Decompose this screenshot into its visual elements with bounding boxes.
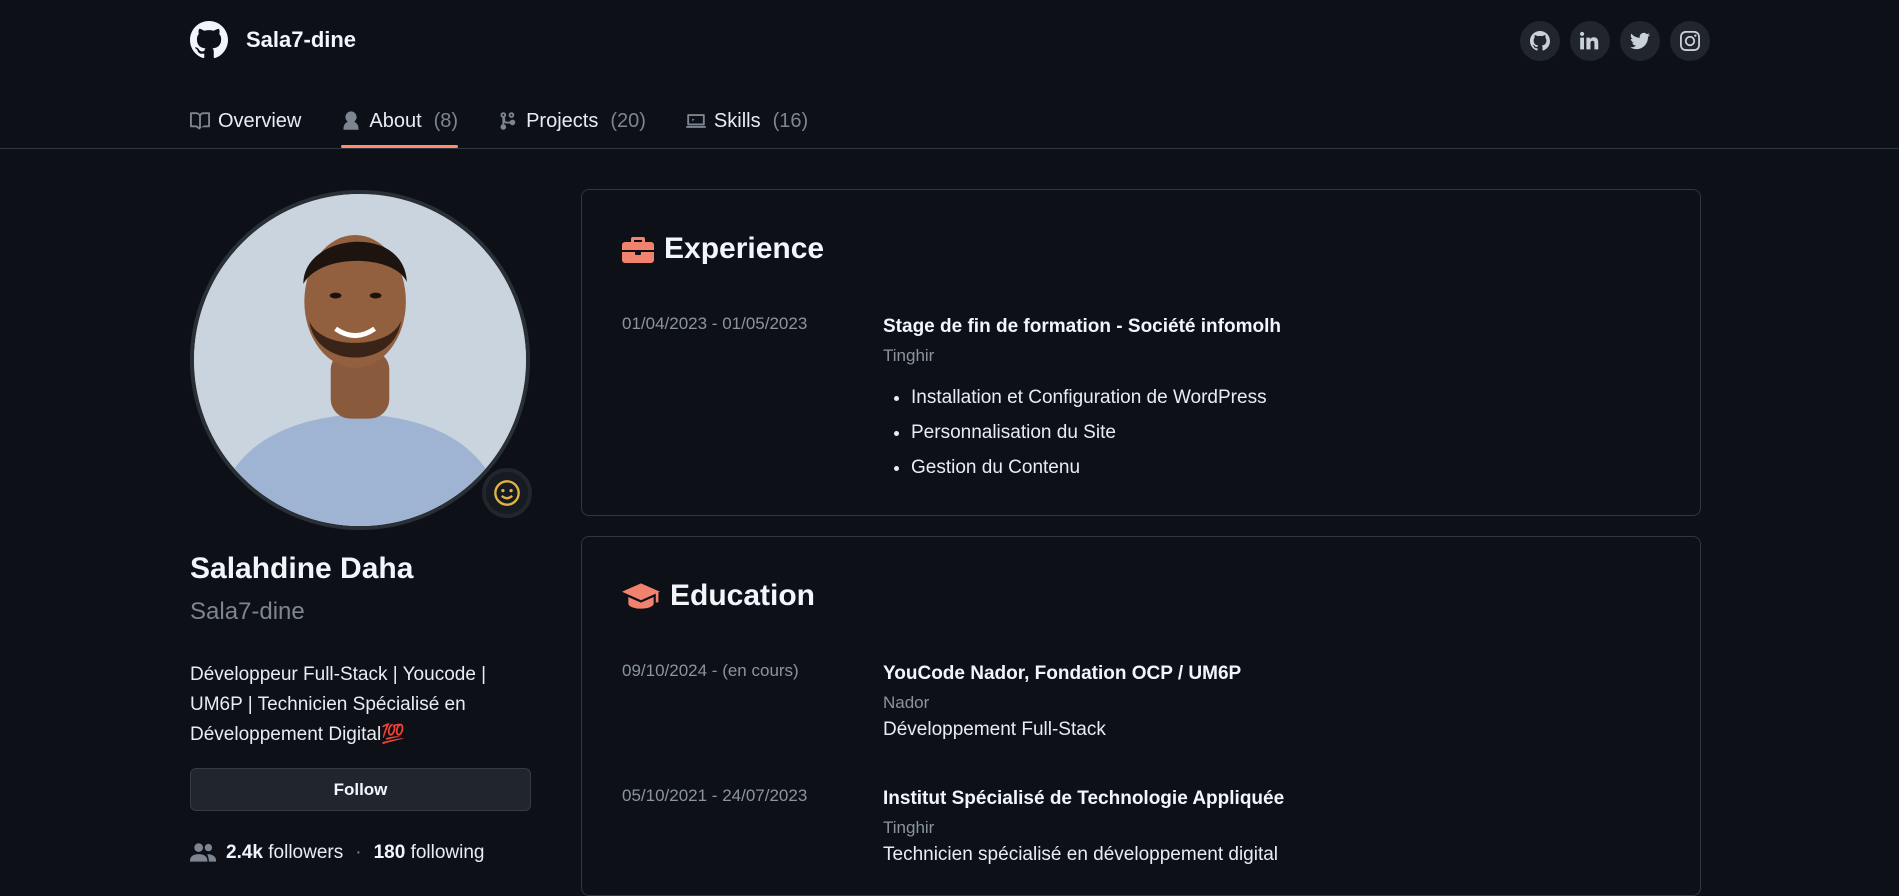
education-body: Institut Spécialisé de Technologie Appli…	[883, 788, 1643, 866]
status-emoji[interactable]	[482, 468, 532, 518]
profile-tabs: Overview About (8) Projects (20) Skills …	[190, 94, 848, 148]
following-count: 180	[373, 842, 406, 863]
follow-stats: 2.4k followers · 180 following	[190, 842, 485, 864]
tab-projects-count: (20)	[610, 109, 646, 132]
tab-overview-label: Overview	[218, 109, 302, 132]
experience-role: Stage de fin de formation - Société info…	[883, 316, 1281, 337]
brand[interactable]: Sala7-dine	[190, 21, 356, 59]
github-icon	[1530, 31, 1550, 51]
tab-about-count: (8)	[433, 109, 459, 132]
book-icon	[190, 112, 210, 130]
linkedin-icon	[1580, 31, 1599, 50]
person-icon	[343, 111, 359, 130]
education-school: Institut Spécialisé de Technologie Appli…	[883, 788, 1285, 809]
education-body: YouCode Nador, Fondation OCP / UM6P Nado…	[883, 663, 1643, 741]
tab-projects-label: Projects	[526, 109, 599, 132]
education-location: Tinghir	[883, 818, 935, 837]
instagram-link[interactable]	[1670, 21, 1710, 61]
following-link[interactable]: 180 following	[374, 842, 485, 864]
experience-body: Stage de fin de formation - Société info…	[883, 316, 1643, 485]
follow-button[interactable]: Follow	[190, 768, 531, 811]
smiley-icon	[494, 480, 520, 506]
top-bar: Sala7-dine	[0, 0, 1899, 80]
followers-link[interactable]: 2.4k followers	[226, 842, 343, 864]
social-links	[1520, 21, 1710, 61]
avatar-portrait	[194, 194, 526, 526]
experience-location: Tinghir	[883, 346, 935, 365]
twitter-link[interactable]	[1620, 21, 1660, 61]
list-item: Gestion du Contenu	[911, 450, 1643, 485]
education-location: Nador	[883, 693, 930, 712]
experience-tasks: Installation et Configuration de WordPre…	[883, 380, 1643, 485]
education-program: Développement Full-Stack	[883, 719, 1106, 740]
following-label: following	[410, 842, 485, 863]
education-heading: Education	[622, 579, 815, 613]
tabs-divider	[0, 148, 1899, 149]
profile-full-name: Salahdine Daha	[190, 552, 414, 585]
profile-handle: Sala7-dine	[190, 598, 305, 625]
education-school: YouCode Nador, Fondation OCP / UM6P	[883, 663, 1242, 684]
github-logo-icon	[190, 21, 228, 59]
people-icon	[190, 843, 216, 862]
instagram-icon	[1680, 31, 1700, 51]
tab-skills-count: (16)	[772, 109, 809, 132]
education-date: 05/10/2021 - 24/07/2023	[622, 786, 808, 805]
profile-bio: Développeur Full-Stack | Youcode | UM6P …	[190, 664, 487, 745]
list-item: Installation et Configuration de WordPre…	[911, 380, 1643, 415]
avatar[interactable]	[190, 190, 530, 530]
separator-dot: ·	[355, 842, 362, 863]
avatar-container	[190, 190, 532, 530]
followers-label: followers	[268, 842, 344, 863]
experience-date: 01/04/2023 - 01/05/2023	[622, 314, 808, 333]
tab-skills[interactable]: Skills (16)	[685, 94, 809, 148]
tab-about-label: About	[369, 109, 422, 132]
laptop-icon	[685, 114, 706, 128]
tab-skills-label: Skills	[713, 109, 761, 132]
branch-icon	[500, 112, 516, 130]
header-username[interactable]: Sala7-dine	[246, 27, 356, 53]
education-title: Education	[670, 579, 816, 612]
experience-title: Experience	[664, 232, 825, 265]
graduation-cap-icon	[622, 583, 660, 609]
followers-count: 2.4k	[226, 842, 263, 863]
experience-card: Experience 01/04/2023 - 01/05/2023 Stage…	[581, 189, 1701, 516]
tab-overview[interactable]: Overview	[190, 94, 301, 148]
tab-about[interactable]: About (8)	[341, 94, 458, 148]
education-card: Education 09/10/2024 - (en cours) YouCod…	[581, 536, 1701, 896]
tab-projects[interactable]: Projects (20)	[498, 94, 646, 148]
github-link[interactable]	[1520, 21, 1560, 61]
briefcase-icon	[622, 237, 654, 263]
linkedin-link[interactable]	[1570, 21, 1610, 61]
list-item: Personnalisation du Site	[911, 415, 1643, 450]
experience-heading: Experience	[622, 232, 824, 266]
education-date: 09/10/2024 - (en cours)	[622, 661, 799, 680]
education-program: Technicien spécialisé en développement d…	[883, 844, 1279, 865]
twitter-icon	[1630, 32, 1650, 50]
